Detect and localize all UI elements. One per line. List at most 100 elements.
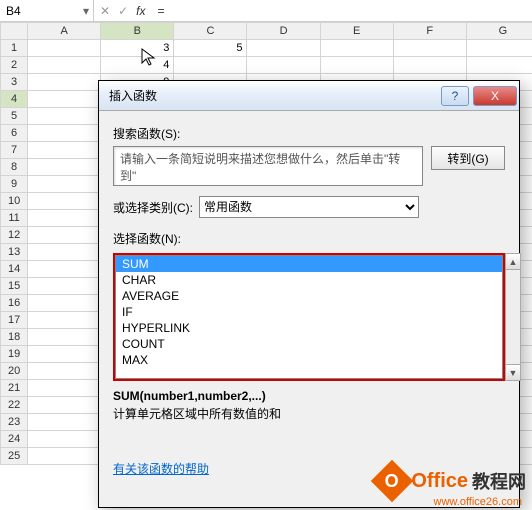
- cell[interactable]: [320, 40, 393, 57]
- formula-input[interactable]: =: [151, 4, 532, 18]
- row-header[interactable]: 13: [1, 244, 28, 261]
- col-header-E[interactable]: E: [320, 23, 393, 40]
- fx-icon[interactable]: fx: [136, 4, 145, 18]
- watermark: O Office 教程网: [377, 466, 526, 496]
- row-header[interactable]: 23: [1, 414, 28, 431]
- cell[interactable]: [28, 448, 101, 465]
- cell-B2[interactable]: 4: [101, 57, 174, 74]
- name-box[interactable]: B4 ▾: [0, 0, 94, 21]
- cell[interactable]: [393, 40, 466, 57]
- insert-function-dialog: 插入函数 ? X 搜索函数(S): 请输入一条简短说明来描述您想做什么，然后单击…: [98, 80, 520, 508]
- cell[interactable]: [28, 380, 101, 397]
- row-header[interactable]: 10: [1, 193, 28, 210]
- row-header[interactable]: 11: [1, 210, 28, 227]
- function-item[interactable]: COUNT: [116, 336, 502, 352]
- cell[interactable]: [320, 57, 393, 74]
- row-header[interactable]: 7: [1, 142, 28, 159]
- cell[interactable]: [28, 312, 101, 329]
- cell[interactable]: [28, 193, 101, 210]
- col-header-B[interactable]: B: [101, 23, 174, 40]
- function-list-scrollbar[interactable]: ▲ ▼: [505, 253, 521, 381]
- dialog-close-button[interactable]: X: [473, 86, 517, 106]
- cell[interactable]: [28, 329, 101, 346]
- cell[interactable]: [28, 295, 101, 312]
- row-header[interactable]: 1: [1, 40, 28, 57]
- cell[interactable]: [393, 57, 466, 74]
- col-header-A[interactable]: A: [28, 23, 101, 40]
- row-header[interactable]: 18: [1, 329, 28, 346]
- cell[interactable]: [28, 397, 101, 414]
- col-header-G[interactable]: G: [466, 23, 532, 40]
- function-item[interactable]: HYPERLINK: [116, 320, 502, 336]
- col-header-C[interactable]: C: [174, 23, 247, 40]
- scroll-down-icon[interactable]: ▼: [506, 364, 520, 380]
- row-header[interactable]: 2: [1, 57, 28, 74]
- function-item[interactable]: IF: [116, 304, 502, 320]
- cell[interactable]: [28, 244, 101, 261]
- cell[interactable]: [28, 210, 101, 227]
- cell[interactable]: [28, 176, 101, 193]
- row-header[interactable]: 14: [1, 261, 28, 278]
- cell[interactable]: [28, 227, 101, 244]
- dialog-body: 搜索函数(S): 请输入一条简短说明来描述您想做什么，然后单击"转到" 转到(G…: [99, 111, 519, 485]
- cell[interactable]: [247, 57, 320, 74]
- cell[interactable]: [28, 261, 101, 278]
- col-header-F[interactable]: F: [393, 23, 466, 40]
- row-header[interactable]: 24: [1, 431, 28, 448]
- function-item[interactable]: SUM: [116, 256, 502, 272]
- row-header[interactable]: 3: [1, 74, 28, 91]
- name-box-dropdown-icon[interactable]: ▾: [83, 4, 89, 18]
- cell[interactable]: [28, 431, 101, 448]
- search-input[interactable]: 请输入一条简短说明来描述您想做什么，然后单击"转到": [113, 146, 423, 186]
- cell-B1[interactable]: 3: [101, 40, 174, 57]
- cell[interactable]: [28, 363, 101, 380]
- cell[interactable]: [28, 74, 101, 91]
- col-header-D[interactable]: D: [247, 23, 320, 40]
- dialog-help-button[interactable]: ?: [441, 86, 469, 106]
- row-header[interactable]: 15: [1, 278, 28, 295]
- row-header[interactable]: 19: [1, 346, 28, 363]
- row-header[interactable]: 17: [1, 312, 28, 329]
- cell[interactable]: [28, 414, 101, 431]
- category-select[interactable]: 常用函数: [199, 196, 419, 218]
- cell[interactable]: [466, 40, 532, 57]
- go-button[interactable]: 转到(G): [431, 146, 505, 170]
- row-header[interactable]: 16: [1, 295, 28, 312]
- row-header[interactable]: 20: [1, 363, 28, 380]
- function-list[interactable]: SUM CHAR AVERAGE IF HYPERLINK COUNT MAX: [115, 255, 503, 379]
- cell[interactable]: [28, 108, 101, 125]
- cancel-icon[interactable]: ✕: [100, 4, 110, 18]
- cell[interactable]: [28, 278, 101, 295]
- cell[interactable]: [28, 142, 101, 159]
- function-list-highlight: SUM CHAR AVERAGE IF HYPERLINK COUNT MAX: [113, 253, 505, 381]
- row-header[interactable]: 25: [1, 448, 28, 465]
- cell[interactable]: [28, 91, 101, 108]
- row-header[interactable]: 12: [1, 227, 28, 244]
- function-item[interactable]: MAX: [116, 352, 502, 368]
- scroll-up-icon[interactable]: ▲: [506, 254, 520, 270]
- cell[interactable]: [28, 346, 101, 363]
- row-header[interactable]: 21: [1, 380, 28, 397]
- select-function-label: 选择函数(N):: [113, 230, 505, 247]
- formula-buttons: ✕ ✓ fx: [94, 4, 151, 18]
- cell[interactable]: [247, 40, 320, 57]
- cell[interactable]: [28, 57, 101, 74]
- function-item[interactable]: AVERAGE: [116, 288, 502, 304]
- row-header[interactable]: 8: [1, 159, 28, 176]
- cell[interactable]: [466, 57, 532, 74]
- cell[interactable]: [174, 57, 247, 74]
- row-header[interactable]: 4: [1, 91, 28, 108]
- confirm-icon[interactable]: ✓: [118, 4, 128, 18]
- row-header[interactable]: 22: [1, 397, 28, 414]
- function-item[interactable]: CHAR: [116, 272, 502, 288]
- cell-C1[interactable]: 5: [174, 40, 247, 57]
- row-header[interactable]: 5: [1, 108, 28, 125]
- select-all-corner[interactable]: [1, 23, 28, 40]
- cell[interactable]: [28, 159, 101, 176]
- cell[interactable]: [28, 40, 101, 57]
- name-box-value: B4: [6, 4, 21, 18]
- row-header[interactable]: 6: [1, 125, 28, 142]
- row-header[interactable]: 9: [1, 176, 28, 193]
- cell[interactable]: [28, 125, 101, 142]
- dialog-titlebar[interactable]: 插入函数 ? X: [99, 81, 519, 111]
